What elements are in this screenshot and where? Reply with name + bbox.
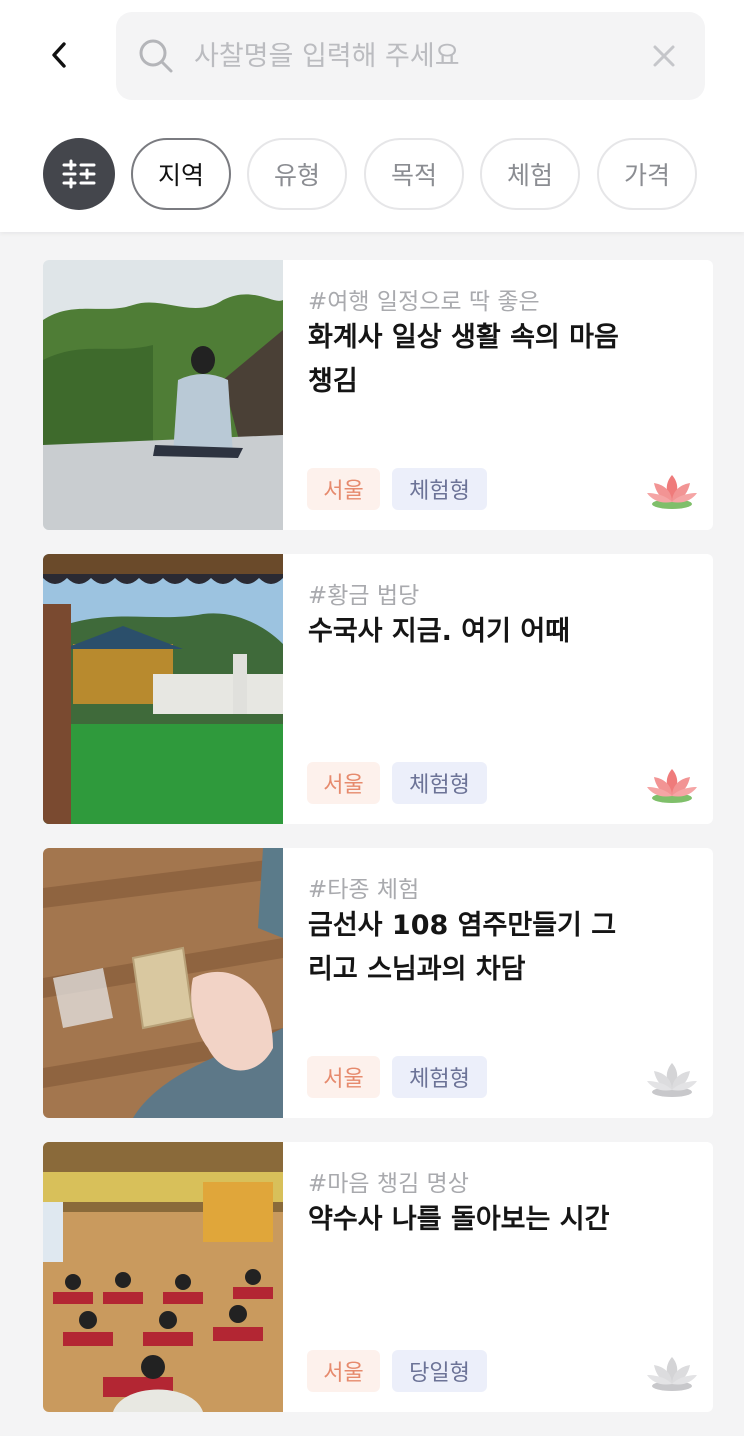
filter-chip-purpose[interactable]: 목적: [364, 138, 464, 210]
lotus-icon[interactable]: [646, 471, 698, 511]
program-type-tag: 체험형: [392, 1056, 487, 1098]
sliders-icon: [62, 159, 96, 189]
program-title: 금선사 108 염주만들기 그리고 스님과의 차담: [308, 910, 617, 985]
program-hashtag: #마음 챙김 명상: [308, 1171, 469, 1197]
filter-chip-price[interactable]: 가격: [597, 138, 697, 210]
search-icon: [139, 39, 173, 73]
program-thumbnail: [43, 848, 283, 1118]
close-icon[interactable]: [649, 41, 679, 71]
search-bar: [116, 12, 705, 100]
program-type-tag: 체험형: [392, 762, 487, 804]
program-card[interactable]: #마음 챙김 명상 약수사 나를 돌아보는 시간 서울 당일형: [43, 1142, 713, 1412]
filter-settings-button[interactable]: [43, 138, 115, 210]
program-title: 수국사 지금. 여기 어때: [308, 616, 571, 647]
program-hashtag: #황금 법당: [308, 583, 420, 609]
lotus-icon[interactable]: [646, 1059, 698, 1099]
program-title: 화계사 일상 생활 속의 마음챙김: [308, 322, 619, 397]
region-tag: 서울: [307, 1350, 380, 1392]
program-thumbnail: [43, 554, 283, 824]
region-tag: 서울: [307, 468, 380, 510]
program-type-tag: 당일형: [392, 1350, 487, 1392]
search-input[interactable]: [194, 12, 634, 100]
program-hashtag: #여행 일정으로 딱 좋은: [308, 289, 540, 315]
program-card[interactable]: #여행 일정으로 딱 좋은 화계사 일상 생활 속의 마음챙김 서울 체험형: [43, 260, 713, 530]
program-thumbnail: [43, 260, 283, 530]
chevron-left-icon: [52, 42, 66, 68]
filter-chip-experience[interactable]: 체험: [480, 138, 580, 210]
back-button[interactable]: [36, 32, 82, 78]
program-type-tag: 체험형: [392, 468, 487, 510]
program-hashtag: #타종 체험: [308, 877, 420, 903]
lotus-icon[interactable]: [646, 765, 698, 805]
top-bar: 지역 유형 목적 체험 가격: [0, 0, 744, 232]
program-card[interactable]: #타종 체험 금선사 108 염주만들기 그리고 스님과의 차담 서울 체험형: [43, 848, 713, 1118]
region-tag: 서울: [307, 762, 380, 804]
lotus-icon[interactable]: [646, 1353, 698, 1393]
filter-chip-region[interactable]: 지역: [131, 138, 231, 210]
filter-chip-type[interactable]: 유형: [247, 138, 347, 210]
program-card[interactable]: #황금 법당 수국사 지금. 여기 어때 서울 체험형: [43, 554, 713, 824]
program-thumbnail: [43, 1142, 283, 1412]
program-title: 약수사 나를 돌아보는 시간: [308, 1204, 610, 1235]
region-tag: 서울: [307, 1056, 380, 1098]
